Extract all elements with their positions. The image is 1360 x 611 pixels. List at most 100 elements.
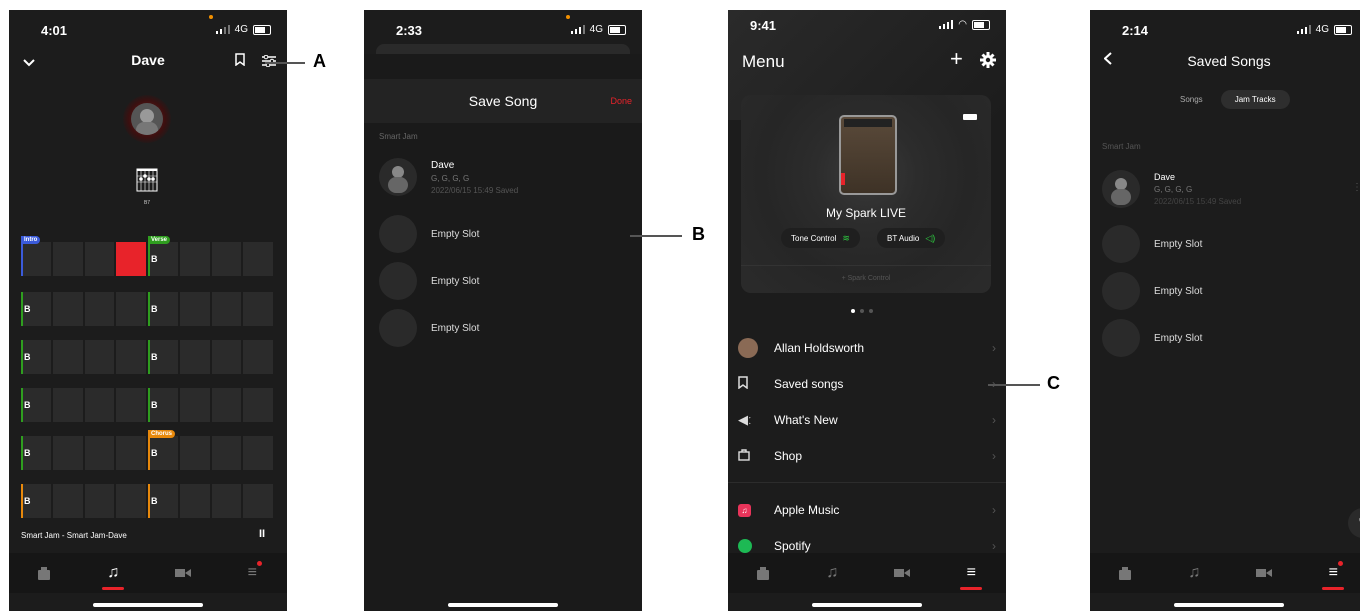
grid-cell[interactable]	[243, 292, 273, 326]
grid-cell[interactable]	[116, 484, 146, 518]
tab-amp[interactable]	[24, 558, 64, 588]
grid-cell[interactable]	[52, 242, 83, 276]
grid-cell[interactable]	[52, 340, 83, 374]
grid-cell[interactable]	[52, 436, 83, 470]
spark-control-button[interactable]: + Spark Control	[741, 275, 991, 282]
empty-slot[interactable]: Empty Slot	[379, 309, 479, 347]
grid-cell[interactable]: Verse B	[148, 236, 178, 276]
artist-avatar[interactable]	[131, 103, 163, 135]
grid-cell[interactable]	[179, 436, 210, 470]
gear-icon[interactable]	[980, 52, 996, 73]
phone-smart-jam-player: 4:01 4G Dave B7 Intro Verse B B B B B B …	[9, 10, 287, 611]
section-tag-intro[interactable]: Intro	[21, 236, 41, 244]
empty-slot[interactable]: Empty Slot	[1102, 225, 1202, 263]
grid-cell[interactable]	[179, 340, 210, 374]
grid-cell-active[interactable]	[116, 242, 146, 276]
grid-cell[interactable]	[84, 340, 115, 374]
grid-cell[interactable]	[243, 242, 273, 276]
menu-item-profile[interactable]: Allan Holdsworth ›	[738, 331, 996, 365]
grid-cell[interactable]: B	[148, 292, 178, 326]
done-button[interactable]: Done	[610, 96, 632, 106]
tab-menu[interactable]: ≡	[1313, 558, 1353, 590]
saved-song-item[interactable]: Dave G, G, G, G 2022/06/15 15:49 Saved	[1102, 170, 1241, 208]
grid-cell[interactable]: B	[148, 340, 178, 374]
more-options-icon[interactable]: ⋮	[1352, 182, 1360, 193]
grid-cell[interactable]	[84, 436, 115, 470]
signal-icon	[570, 25, 585, 34]
segment-songs[interactable]: Songs	[1170, 91, 1213, 108]
grid-cell[interactable]	[84, 292, 115, 326]
grid-cell[interactable]	[52, 484, 83, 518]
grid-cell[interactable]	[84, 242, 115, 276]
grid-cell[interactable]: B	[21, 436, 51, 470]
grid-cell[interactable]	[52, 292, 83, 326]
grid-cell[interactable]	[243, 388, 273, 422]
grid-cell[interactable]	[116, 436, 146, 470]
empty-slot[interactable]: Empty Slot	[379, 262, 479, 300]
add-icon[interactable]: +	[950, 48, 963, 70]
mic-fab[interactable]: 🎙	[1348, 508, 1360, 538]
grid-cell[interactable]	[179, 484, 210, 518]
menu-item-shop[interactable]: Shop ›	[738, 439, 996, 473]
grid-cell[interactable]: Intro	[21, 236, 51, 276]
grid-cell[interactable]	[243, 484, 273, 518]
tone-control-button[interactable]: Tone Control ≋	[781, 228, 860, 248]
tab-menu[interactable]: ≡	[232, 558, 272, 588]
grid-cell[interactable]: B	[21, 484, 51, 518]
pause-icon[interactable]: II	[259, 528, 265, 540]
grid-cell[interactable]	[211, 484, 242, 518]
grid-cell[interactable]	[243, 436, 273, 470]
menu-item-whats-new[interactable]: ◀ː What's New ›	[738, 403, 996, 437]
menu-item-apple-music[interactable]: ♫ Apple Music ›	[738, 493, 996, 527]
grid-cell[interactable]: B	[21, 292, 51, 326]
grid-cell[interactable]	[116, 388, 146, 422]
saved-song-item[interactable]: Dave G, G, G, G 2022/06/15 15:49 Saved	[379, 158, 518, 196]
video-icon	[893, 569, 910, 577]
grid-cell[interactable]	[179, 242, 210, 276]
grid-cell[interactable]	[84, 388, 115, 422]
section-tag-verse[interactable]: Verse	[148, 236, 171, 244]
device-card[interactable]: My Spark LIVE Tone Control ≋ BT Audio ◁) +…	[741, 95, 991, 293]
signal-icon	[215, 25, 230, 34]
grid-cell[interactable]: B	[21, 388, 51, 422]
tab-amp[interactable]	[743, 558, 783, 588]
segment-jam-tracks[interactable]: Jam Tracks	[1220, 90, 1290, 109]
status-icons: 4G	[570, 24, 626, 35]
tab-music[interactable]: ♫	[812, 558, 852, 588]
tab-music[interactable]: ♫	[93, 558, 133, 590]
tab-music[interactable]: ♫	[1174, 558, 1214, 588]
grid-cell[interactable]	[116, 340, 146, 374]
menu-item-label: Apple Music	[774, 503, 840, 517]
status-bar: 4:01 4G	[9, 10, 287, 44]
grid-cell[interactable]: Chorus B	[148, 430, 178, 470]
grid-cell[interactable]	[211, 242, 242, 276]
bt-audio-button[interactable]: BT Audio ◁)	[877, 228, 946, 248]
bookmark-icon[interactable]	[235, 53, 245, 71]
grid-cell[interactable]: B	[148, 484, 178, 518]
menu-item-saved-songs[interactable]: Saved songs›	[738, 367, 996, 401]
grid-cell[interactable]	[211, 436, 242, 470]
grid-cell[interactable]: B	[21, 340, 51, 374]
tab-amp[interactable]	[1105, 558, 1145, 588]
section-tag-chorus[interactable]: Chorus	[148, 430, 175, 438]
tab-menu[interactable]: ≡	[951, 558, 991, 590]
grid-cell[interactable]	[211, 388, 242, 422]
network-label: 4G	[234, 24, 248, 35]
tab-video[interactable]	[882, 558, 922, 588]
grid-cell[interactable]	[179, 388, 210, 422]
grid-cell[interactable]	[243, 340, 273, 374]
empty-slot[interactable]: Empty Slot	[1102, 272, 1202, 310]
grid-cell[interactable]	[84, 484, 115, 518]
home-indicator	[1174, 603, 1284, 607]
grid-cell[interactable]	[211, 292, 242, 326]
home-indicator	[448, 603, 558, 607]
grid-cell[interactable]	[211, 340, 242, 374]
tab-video[interactable]	[163, 558, 203, 588]
tab-video[interactable]	[1244, 558, 1284, 588]
grid-cell[interactable]: B	[148, 388, 178, 422]
grid-cell[interactable]	[52, 388, 83, 422]
grid-cell[interactable]	[116, 292, 146, 326]
empty-slot[interactable]: Empty Slot	[1102, 319, 1202, 357]
grid-cell[interactable]	[179, 292, 210, 326]
empty-slot[interactable]: Empty Slot	[379, 215, 479, 253]
